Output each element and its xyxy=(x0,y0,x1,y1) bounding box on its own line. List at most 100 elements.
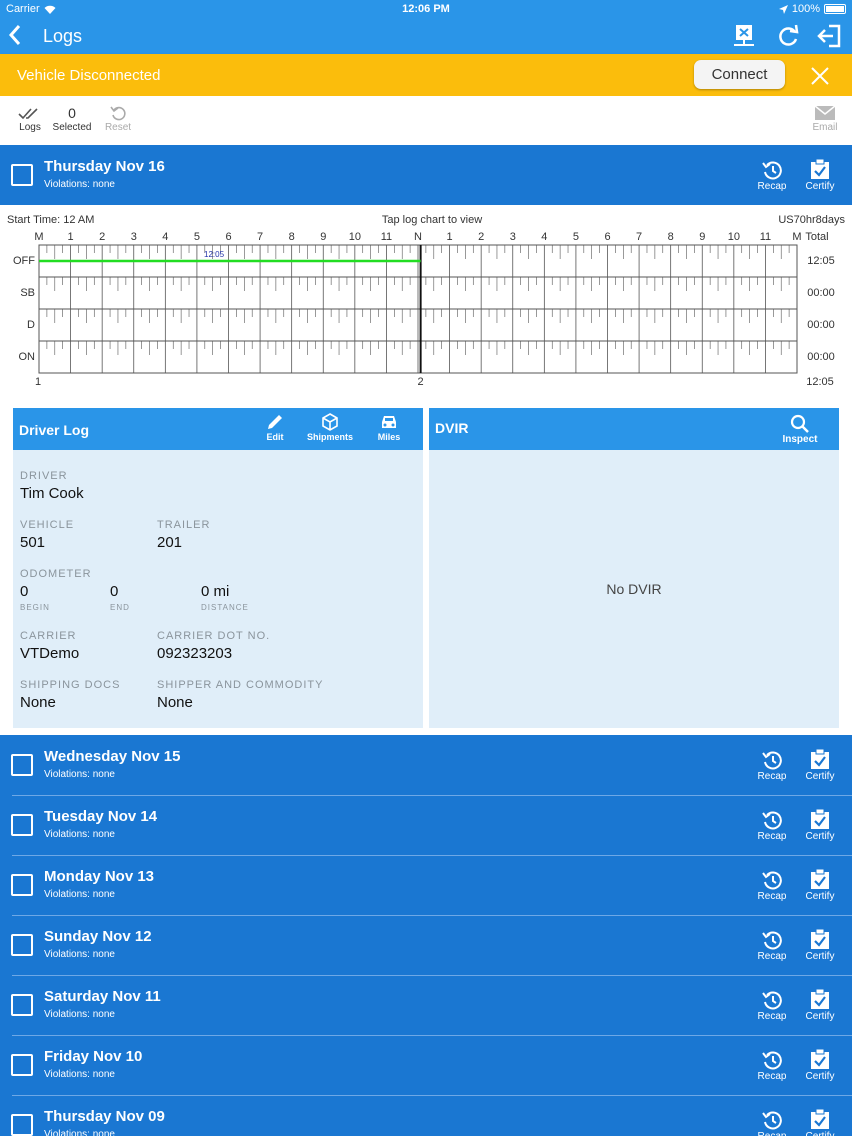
hour-tick-label: 7 xyxy=(636,231,642,243)
status-row-label: ON xyxy=(19,351,36,363)
dvir-title: DVIR xyxy=(435,420,469,436)
recap-button[interactable]: Recap xyxy=(752,870,792,902)
inspect-label: Inspect xyxy=(782,434,818,445)
battery-percent: 100% xyxy=(791,3,820,15)
driver-log-card: Driver Log Edit Shipments Miles DRIVER T… xyxy=(13,408,423,728)
recap-button[interactable]: Recap xyxy=(752,1050,792,1082)
carrier-label: CARRIER xyxy=(20,630,77,642)
email-label: Email xyxy=(812,122,838,133)
history-icon xyxy=(762,871,782,890)
hour-tick-label: 9 xyxy=(699,231,705,243)
edit-button[interactable]: Edit xyxy=(262,413,288,442)
email-button[interactable]: Email xyxy=(808,104,842,133)
dvir-header: DVIR Inspect xyxy=(429,408,839,450)
odometer-end-label: END xyxy=(110,603,130,612)
clipboard-check-icon xyxy=(811,809,829,829)
logs-tool-button[interactable]: Logs xyxy=(14,104,46,133)
day-row[interactable]: Tuesday Nov 14 Violations: none Recap Ce… xyxy=(0,795,852,855)
recap-button[interactable]: Recap xyxy=(752,750,792,782)
day-checkbox[interactable] xyxy=(11,994,33,1016)
certify-button[interactable]: Certify xyxy=(800,929,840,962)
close-banner-icon[interactable] xyxy=(810,66,830,86)
trailer-label: TRAILER xyxy=(157,519,211,531)
day-row[interactable]: Monday Nov 13 Violations: none Recap Cer… xyxy=(0,855,852,915)
certify-button[interactable]: Certify xyxy=(800,1049,840,1082)
day-row[interactable]: Thursday Nov 09 Violations: none Recap C… xyxy=(0,1095,852,1136)
clipboard-check-icon xyxy=(811,929,829,949)
recap-button[interactable]: Recap xyxy=(752,810,792,842)
day-checkbox[interactable] xyxy=(11,874,33,896)
day-checkbox[interactable] xyxy=(11,934,33,956)
certify-label: Certify xyxy=(805,1071,835,1082)
certify-button[interactable]: Certify xyxy=(800,989,840,1022)
page-title: Logs xyxy=(43,26,83,46)
recap-button[interactable]: Recap xyxy=(752,990,792,1022)
day-header-current[interactable]: Thursday Nov 16 Violations: none Recap C… xyxy=(0,145,852,205)
certify-button[interactable]: Certify xyxy=(800,749,840,782)
shipments-button[interactable]: Shipments xyxy=(305,413,355,442)
day-row[interactable]: Wednesday Nov 15 Violations: none Recap … xyxy=(0,735,852,795)
dvir-card: DVIR Inspect No DVIR xyxy=(429,408,839,728)
day-checkbox[interactable] xyxy=(11,814,33,836)
trailer-value: 201 xyxy=(157,534,183,551)
logout-icon[interactable] xyxy=(817,24,843,48)
battery-icon xyxy=(824,4,846,14)
day-violations: Violations: none xyxy=(44,1129,115,1136)
driver-value: Tim Cook xyxy=(20,485,84,502)
connect-button[interactable]: Connect xyxy=(694,60,785,89)
clipboard-check-icon xyxy=(811,869,829,889)
day-checkbox[interactable] xyxy=(11,1054,33,1076)
odometer-label: ODOMETER xyxy=(20,568,92,580)
certify-button[interactable]: Certify xyxy=(800,809,840,842)
dot-value: 092323203 xyxy=(157,645,233,662)
day-name: Wednesday Nov 15 xyxy=(44,748,181,765)
shipper-label: SHIPPER AND COMMODITY xyxy=(157,679,324,691)
day-checkbox[interactable] xyxy=(11,1114,33,1136)
recap-label: Recap xyxy=(757,891,787,902)
day-checkbox[interactable] xyxy=(11,164,33,186)
box-icon xyxy=(322,413,338,431)
history-icon xyxy=(762,161,782,180)
day-name: Thursday Nov 16 xyxy=(44,158,165,175)
recap-button[interactable]: Recap xyxy=(752,930,792,962)
recap-label: Recap xyxy=(757,771,787,782)
day-row[interactable]: Friday Nov 10 Violations: none Recap Cer… xyxy=(0,1035,852,1095)
inspect-button[interactable]: Inspect xyxy=(780,414,820,445)
back-chevron-icon[interactable] xyxy=(8,24,22,46)
day-row[interactable]: Sunday Nov 12 Violations: none Recap Cer… xyxy=(0,915,852,975)
envelope-icon xyxy=(814,105,836,120)
magnifier-icon xyxy=(790,414,809,433)
log-chart-area[interactable]: Start Time: 12 AM Tap log chart to view … xyxy=(0,205,852,405)
grand-total: 12:05 xyxy=(806,376,834,388)
hour-tick-label: 8 xyxy=(668,231,674,243)
total-header: Total xyxy=(805,231,828,243)
shipper-value: None xyxy=(157,694,193,711)
certify-button[interactable]: Certify xyxy=(800,869,840,902)
miles-button[interactable]: Miles xyxy=(374,413,404,442)
status-time: 12:06 PM xyxy=(402,3,450,15)
disconnect-device-icon[interactable] xyxy=(731,24,757,48)
history-icon xyxy=(762,1051,782,1070)
recap-button[interactable]: Recap xyxy=(752,1110,792,1136)
hour-tick-label: 6 xyxy=(604,231,610,243)
day-violations: Violations: none xyxy=(44,949,115,960)
recap-button[interactable]: Recap xyxy=(752,160,792,192)
recap-label: Recap xyxy=(758,1131,787,1136)
certify-label: Certify xyxy=(805,1011,835,1022)
reset-button[interactable]: Reset xyxy=(101,104,135,133)
day-checkbox[interactable] xyxy=(11,754,33,776)
recap-label: Recap xyxy=(757,831,787,842)
certify-button[interactable]: Certify xyxy=(800,159,840,192)
day-row[interactable]: Saturday Nov 11 Violations: none Recap C… xyxy=(0,975,852,1035)
certify-button[interactable]: Certify xyxy=(800,1109,840,1136)
driver-label: DRIVER xyxy=(20,470,68,482)
shipping-docs-value: None xyxy=(20,694,56,711)
history-icon xyxy=(762,931,782,950)
clipboard-check-icon xyxy=(811,749,829,769)
day-name: Saturday Nov 11 xyxy=(44,988,161,1005)
vehicle-status-banner: Vehicle Disconnected Connect xyxy=(0,54,852,96)
refresh-icon[interactable] xyxy=(775,24,801,48)
location-icon xyxy=(778,4,788,14)
log-grid-chart[interactable]: M 1 2 3 4 5 6 7 8 9 10 11 N 1 2 3 4 5 6 7 8 9 10 11 M Total OFF 12:… xyxy=(0,205,852,405)
reset-icon xyxy=(110,106,126,121)
